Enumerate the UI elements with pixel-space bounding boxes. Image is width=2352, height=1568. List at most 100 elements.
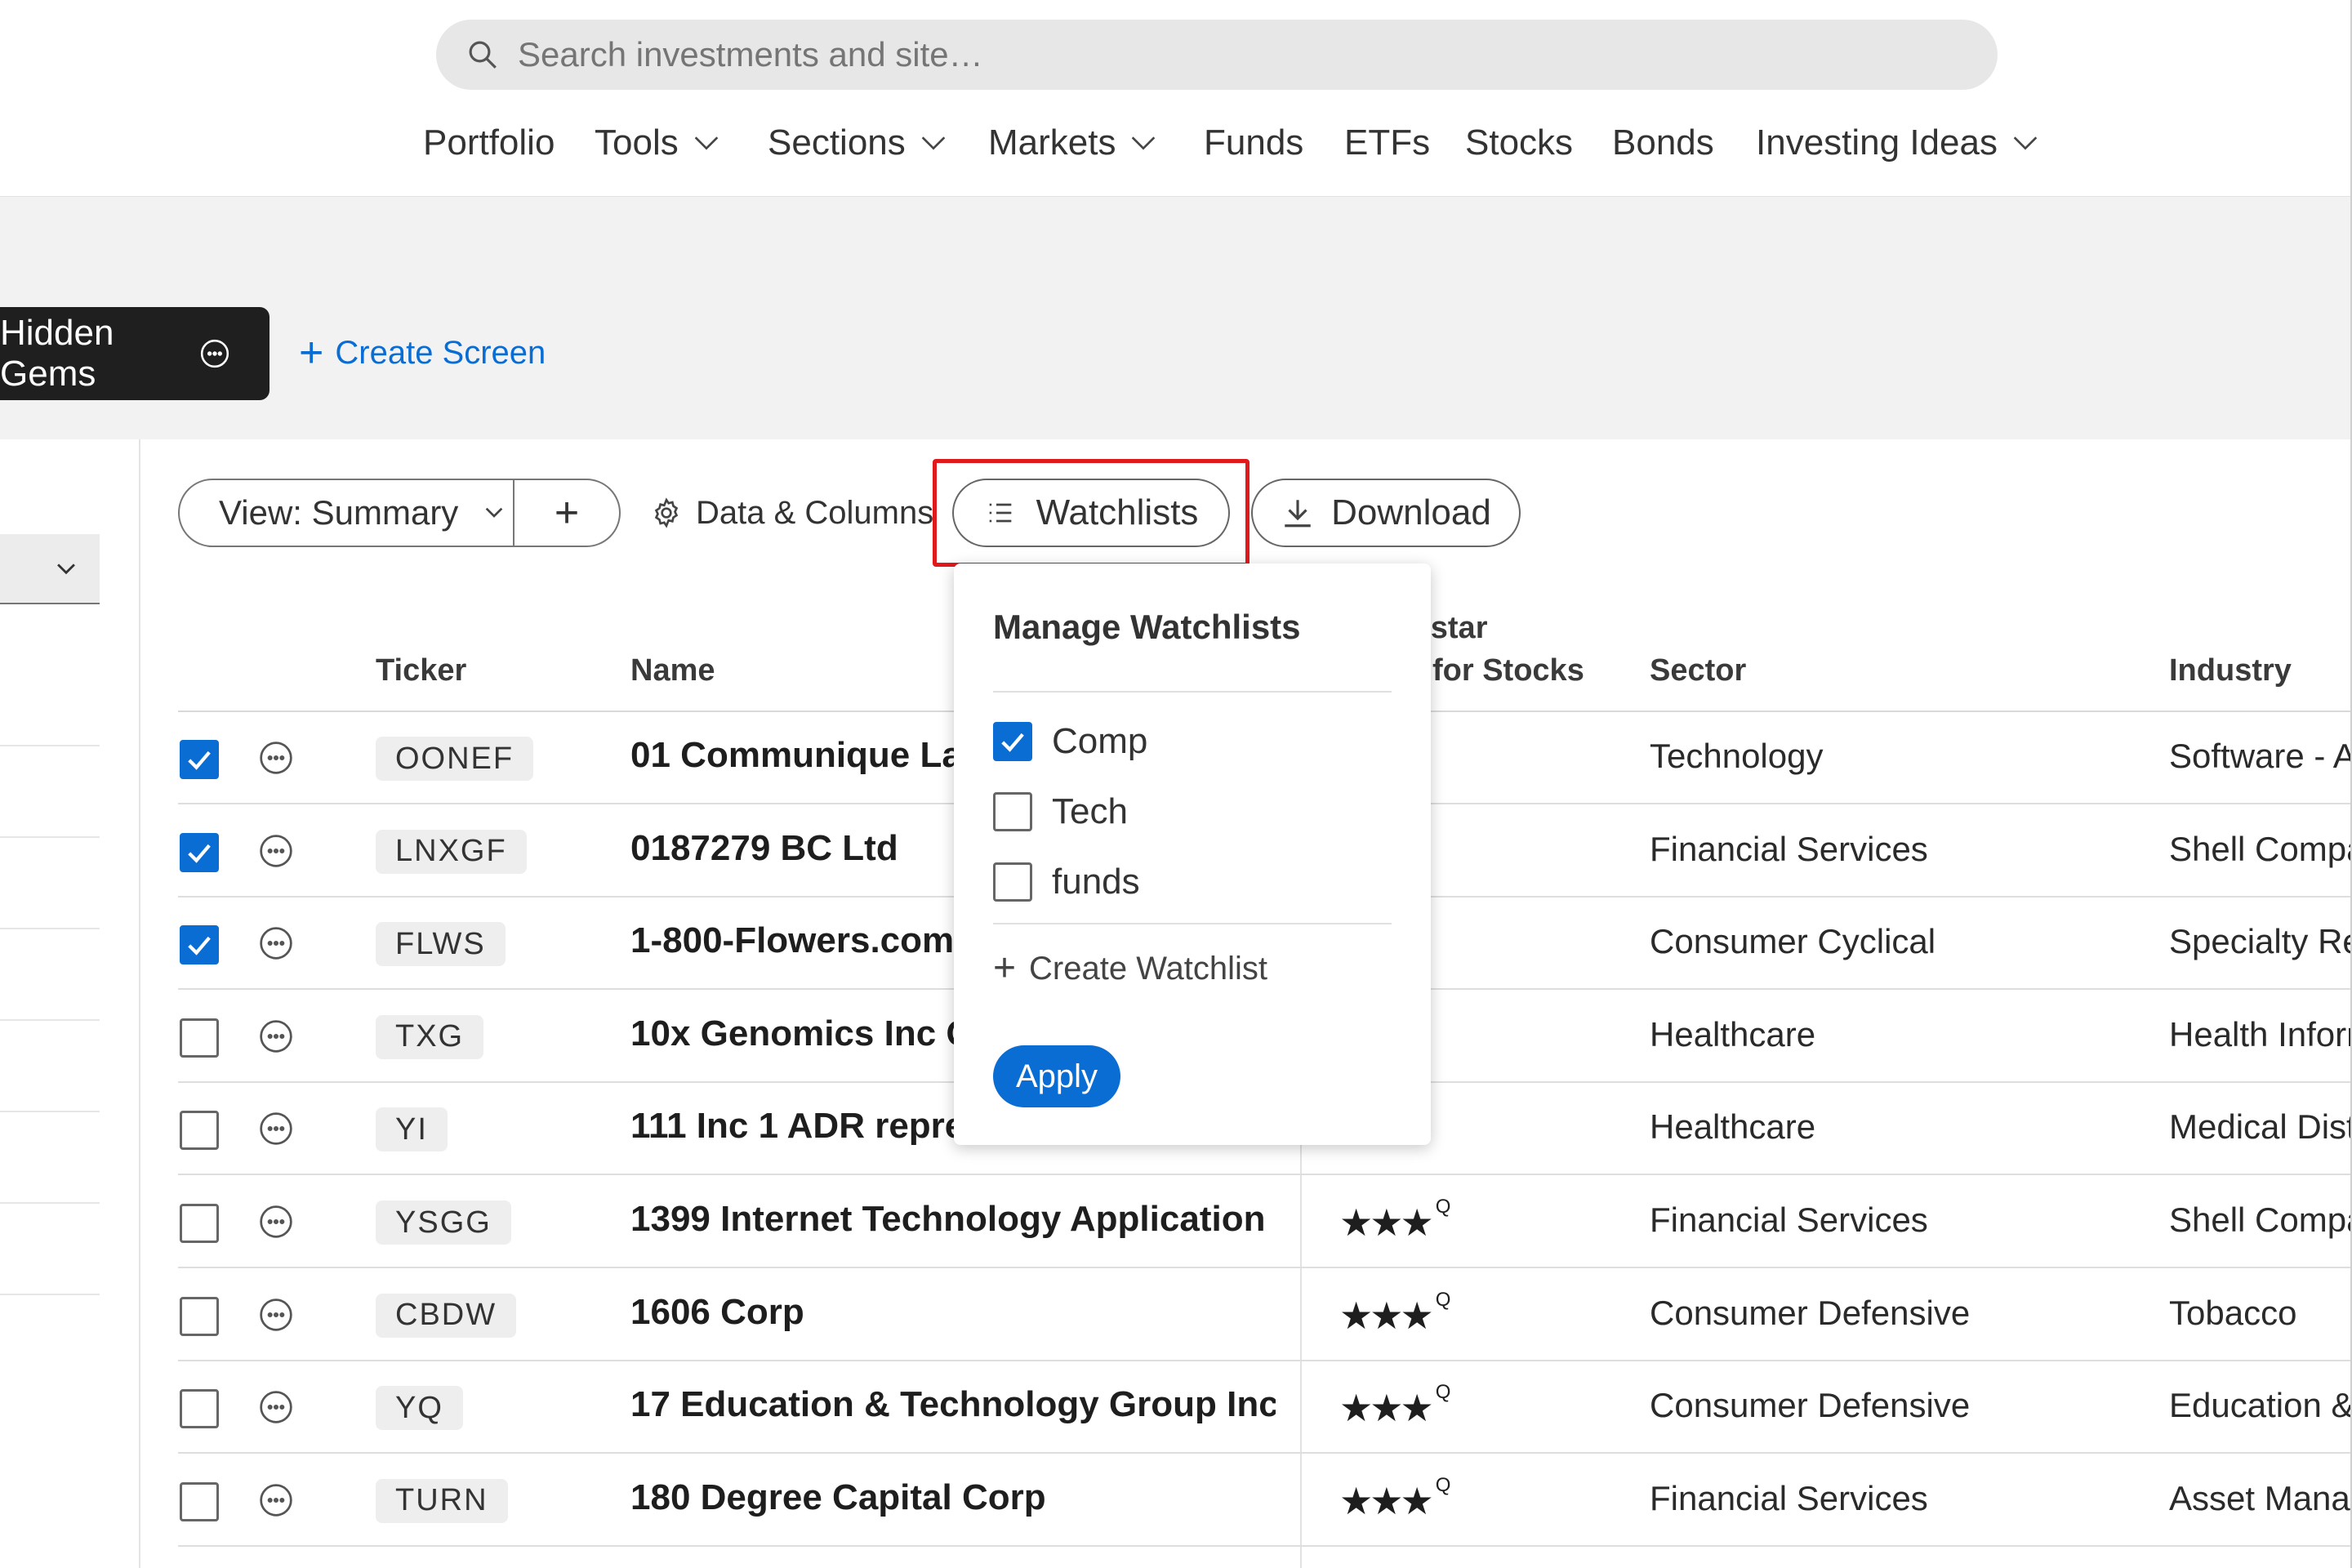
star-rating: ★★★ Q <box>1339 1196 1450 1245</box>
nav-item-label: Stocks <box>1465 122 1574 163</box>
industry-cell: Tobacco <box>2169 1293 2297 1332</box>
divider <box>993 923 1392 924</box>
watchlist-checkbox[interactable] <box>993 722 1032 761</box>
table-row[interactable]: TURN 180 Degree Capital Corp ★★★ Q Financial… <box>0 1454 2352 1547</box>
row-checkbox[interactable] <box>180 1296 219 1336</box>
security-name-link[interactable]: 180 Degree Capital Corp <box>630 1477 1046 1518</box>
row-checkbox[interactable] <box>180 832 219 872</box>
more-options-icon[interactable] <box>258 1018 294 1054</box>
search-bar[interactable] <box>436 20 1998 90</box>
nav-item-funds[interactable]: Funds <box>1204 116 1303 170</box>
data-columns-button[interactable]: Data & Columns <box>650 479 933 547</box>
star-rating: ★★★ Q <box>1339 1474 1450 1523</box>
row-checkbox[interactable] <box>180 1481 219 1521</box>
more-options-icon[interactable] <box>258 1204 294 1240</box>
watchlists-button[interactable]: Watchlists <box>952 479 1230 547</box>
download-icon <box>1285 500 1311 528</box>
rating-qualifier: Q <box>1435 1196 1451 1218</box>
ticker-badge: TXG <box>376 1014 484 1059</box>
rating-stars: ★★★ <box>1339 1201 1434 1244</box>
more-options-icon[interactable] <box>258 925 294 961</box>
watchlist-option[interactable]: funds <box>993 861 1140 903</box>
nav-item-label: Funds <box>1204 122 1304 163</box>
watchlist-option-label: funds <box>1052 862 1140 902</box>
add-view-button[interactable]: + <box>514 480 619 546</box>
row-checkbox[interactable] <box>180 1204 219 1243</box>
screen-tab-hidden-gems[interactable]: Hidden Gems <box>0 307 270 400</box>
nav-item-stocks[interactable]: Stocks <box>1465 116 1573 170</box>
chevron-down-icon <box>1132 136 1156 150</box>
row-checkbox[interactable] <box>180 1018 219 1058</box>
security-name-link[interactable]: 111 Inc 1 ADR represe <box>630 1106 1004 1147</box>
watchlist-option[interactable]: Comp <box>993 720 1147 763</box>
create-screen-button[interactable]: + Create Screen <box>299 332 546 374</box>
ticker-badge: LNXGF <box>376 829 527 874</box>
more-options-icon[interactable] <box>258 833 294 869</box>
ticker-badge: YSGG <box>376 1200 511 1245</box>
row-checkbox[interactable] <box>180 1389 219 1429</box>
column-header-industry[interactable]: Industry <box>2169 653 2292 688</box>
row-checkbox[interactable] <box>180 740 219 779</box>
row-checkbox[interactable] <box>180 1111 219 1151</box>
more-options-icon[interactable] <box>258 1297 294 1333</box>
watchlist-checkbox[interactable] <box>993 862 1032 902</box>
security-name-link[interactable]: 10x Genomics Inc Ord <box>630 1013 1010 1054</box>
column-header-name[interactable]: Name <box>630 653 715 688</box>
security-name-link[interactable]: 0187279 BC Ltd <box>630 828 898 869</box>
nav-item-portfolio[interactable]: Portfolio <box>423 116 555 170</box>
download-label: Download <box>1331 492 1491 532</box>
more-options-icon[interactable] <box>258 740 294 776</box>
screens-band <box>0 196 2352 439</box>
data-columns-label: Data & Columns <box>696 494 934 531</box>
ticker-badge: YI <box>376 1107 448 1152</box>
sector-cell: Financial Services <box>1650 1200 1928 1239</box>
security-name-link[interactable]: 1-800-Flowers.com In <box>630 920 996 961</box>
chevron-down-icon <box>694 136 718 150</box>
search-input[interactable] <box>518 35 1824 74</box>
apply-button[interactable]: Apply <box>993 1045 1120 1107</box>
list-icon <box>989 503 1011 523</box>
security-name-link[interactable]: 17 Education & Technology Group Inc ADR <box>630 1384 1276 1425</box>
more-options-icon[interactable] <box>258 1111 294 1147</box>
sector-cell: Consumer Defensive <box>1650 1293 1971 1332</box>
divider <box>993 691 1392 693</box>
ticker-badge: OONEF <box>376 737 534 781</box>
column-header-ticker[interactable]: Ticker <box>376 653 466 688</box>
table-row[interactable]: CBDW 1606 Corp ★★★ Q Consumer Defensive Tobac… <box>0 1269 2352 1361</box>
chevron-down-icon <box>921 136 946 150</box>
manage-watchlists-dropdown: Manage Watchlists Comp Tech funds + Create… <box>954 564 1431 1145</box>
column-header-sector[interactable]: Sector <box>1650 653 1746 688</box>
nav-item-label: Markets <box>988 122 1116 163</box>
row-checkbox[interactable] <box>180 925 219 965</box>
nav-item-markets[interactable]: Markets <box>988 116 1160 170</box>
table-row[interactable]: YQ 17 Education & Technology Group Inc AD… <box>0 1361 2352 1454</box>
nav-item-label: Portfolio <box>423 122 555 163</box>
nav-item-investing-ideas[interactable]: Investing Ideas <box>1756 116 2042 170</box>
security-name-link[interactable]: 1606 Corp <box>630 1292 804 1333</box>
download-button[interactable]: Download <box>1251 479 1521 547</box>
industry-cell: Shell Compar <box>2169 1200 2352 1239</box>
more-options-icon[interactable] <box>199 335 230 372</box>
star-rating: ★★★ Q <box>1339 1381 1450 1430</box>
watchlist-checkbox[interactable] <box>993 792 1032 831</box>
create-watchlist-button[interactable]: + Create Watchlist <box>993 949 1267 988</box>
sector-cell: Healthcare <box>1650 1014 1816 1054</box>
nav-item-etfs[interactable]: ETFs <box>1344 116 1430 170</box>
watchlist-option[interactable]: Tech <box>993 791 1128 833</box>
rating-qualifier: Q <box>1435 1381 1451 1404</box>
industry-cell: Education & T <box>2169 1386 2352 1425</box>
create-screen-label: Create Screen <box>335 334 546 371</box>
view-select-label: View: Summary <box>219 493 459 532</box>
table-row[interactable]: YSGG 1399 Internet Technology Application… <box>0 1176 2352 1268</box>
nav-item-sections[interactable]: Sections <box>768 116 950 170</box>
nav-item-tools[interactable]: Tools <box>595 116 723 170</box>
nav-item-label: Bonds <box>1612 122 1714 163</box>
more-options-icon[interactable] <box>258 1482 294 1518</box>
filter-select[interactable] <box>0 534 100 604</box>
view-select[interactable]: View: Summary <box>180 480 514 546</box>
nav-item-bonds[interactable]: Bonds <box>1612 116 1714 170</box>
column-header-rating-line2[interactable]: for Stocks <box>1432 653 1584 688</box>
security-name-link[interactable]: 1399 Internet Technology Application Gr… <box>630 1199 1276 1240</box>
watchlist-option-label: Tech <box>1052 791 1128 831</box>
more-options-icon[interactable] <box>258 1389 294 1425</box>
